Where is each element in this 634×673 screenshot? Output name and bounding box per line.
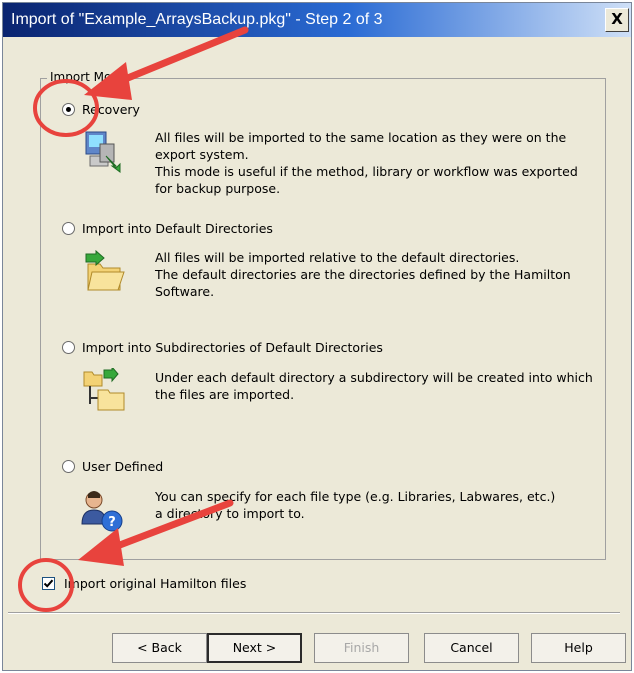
description-line: Under each default directory a subdirect… xyxy=(155,370,593,385)
radio-button[interactable] xyxy=(62,221,75,235)
folder-tree-icon xyxy=(82,365,126,412)
radio-label: Import into Default Directories xyxy=(82,220,273,236)
checkmark-icon xyxy=(43,579,54,588)
description-line: You can specify for each file type (e.g.… xyxy=(155,489,556,504)
radio-label: Import into Subdirectories of Default Di… xyxy=(82,339,383,355)
user-question-icon: ? xyxy=(80,488,124,532)
user-defined-description: You can specify for each file type (e.g.… xyxy=(155,488,600,522)
radio-button[interactable] xyxy=(62,459,75,473)
radio-subdirectories[interactable]: Import into Subdirectories of Default Di… xyxy=(62,338,383,356)
description-line: export system. xyxy=(155,147,249,162)
close-button[interactable]: X xyxy=(605,8,629,32)
import-original-checkbox-row[interactable]: Import original Hamilton files xyxy=(42,576,246,591)
radio-user-defined[interactable]: User Defined xyxy=(62,457,163,475)
default-directories-description: All files will be imported relative to t… xyxy=(155,249,600,300)
folder-arrow-icon xyxy=(82,249,126,294)
titlebar[interactable]: Import of "Example_ArraysBackup.pkg" - S… xyxy=(3,3,631,37)
finish-button: Finish xyxy=(314,633,409,663)
radio-label: Recovery xyxy=(82,101,140,117)
import-original-label: Import original Hamilton files xyxy=(64,576,247,591)
radio-default-directories[interactable]: Import into Default Directories xyxy=(62,219,273,237)
radio-label: User Defined xyxy=(82,458,164,474)
radio-recovery[interactable]: Recovery xyxy=(62,100,140,118)
description-line: All files will be imported relative to t… xyxy=(155,250,520,265)
description-line: Software. xyxy=(155,284,215,299)
window-title: Import of "Example_ArraysBackup.pkg" - S… xyxy=(11,11,383,28)
description-line: All files will be imported to the same l… xyxy=(155,130,567,145)
subdirectories-description: Under each default directory a subdirect… xyxy=(155,369,600,403)
radio-button[interactable] xyxy=(62,102,75,116)
radio-button[interactable] xyxy=(62,340,75,354)
svg-text:?: ? xyxy=(108,515,116,530)
description-line: The default directories are the director… xyxy=(155,267,571,282)
help-button[interactable]: Help xyxy=(531,633,626,663)
button-separator xyxy=(8,612,620,614)
description-line: This mode is useful if the method, libra… xyxy=(155,164,578,179)
description-line: the files are imported. xyxy=(155,387,295,402)
back-button[interactable]: < Back xyxy=(112,633,207,663)
import-mode-legend: Import Mod xyxy=(47,70,122,84)
import-original-checkbox[interactable] xyxy=(42,577,55,590)
cancel-button[interactable]: Cancel xyxy=(424,633,519,663)
next-button[interactable]: Next > xyxy=(207,633,302,663)
recovery-description: All files will be imported to the same l… xyxy=(155,129,600,197)
computer-arrow-icon xyxy=(82,130,126,174)
description-line: for backup purpose. xyxy=(155,181,281,196)
description-line: a directory to import to. xyxy=(155,506,305,521)
